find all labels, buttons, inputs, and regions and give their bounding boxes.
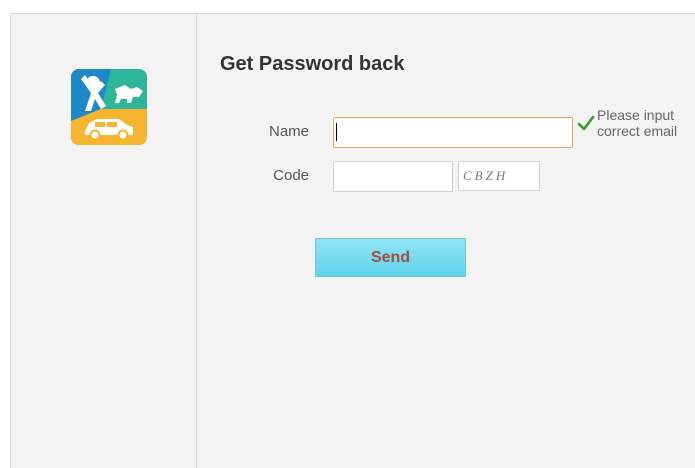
send-button[interactable]: Send	[315, 238, 466, 277]
email-hint: Please input correct email	[597, 107, 678, 139]
page-frame: Get Password back Name Please input corr…	[10, 13, 695, 468]
main-panel: Get Password back Name Please input corr…	[197, 14, 695, 468]
name-input[interactable]	[333, 117, 573, 148]
left-sidebar	[11, 14, 197, 468]
name-label: Name	[268, 123, 309, 140]
check-icon	[577, 115, 595, 131]
code-label: Code	[273, 167, 309, 184]
app-logo-icon	[71, 69, 147, 145]
text-caret	[336, 123, 337, 141]
page-title: Get Password back	[220, 53, 405, 75]
captcha-image[interactable]: CBZH	[458, 161, 540, 191]
code-input[interactable]	[333, 161, 453, 192]
